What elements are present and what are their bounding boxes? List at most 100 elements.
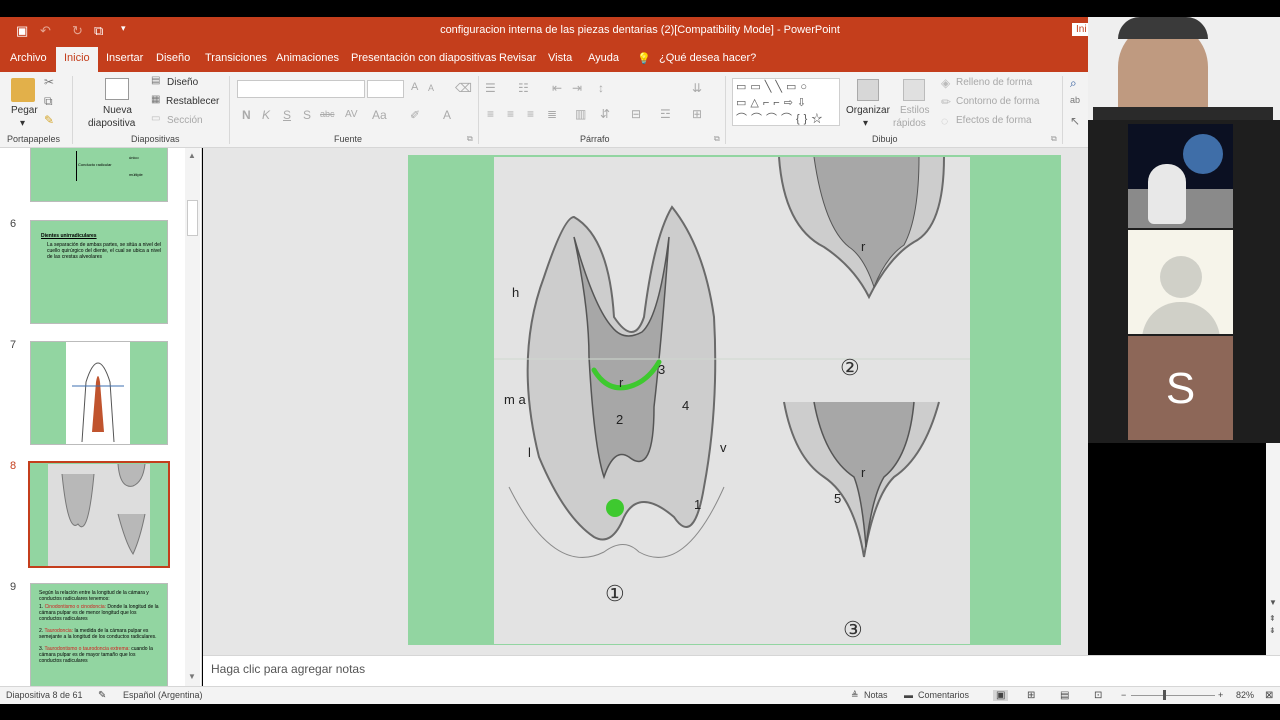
- reset-button[interactable]: Restablecer: [166, 96, 219, 107]
- tab-transiciones[interactable]: Transiciones: [205, 52, 267, 64]
- arrange-icon[interactable]: [857, 79, 879, 101]
- align-right-icon[interactable]: ≡: [527, 107, 534, 121]
- font-launcher-icon[interactable]: ⧉: [467, 134, 473, 144]
- layout-button[interactable]: Diseño: [167, 77, 198, 88]
- reset-icon[interactable]: ▦: [151, 94, 160, 105]
- increase-indent-icon[interactable]: ⇥: [572, 81, 582, 95]
- slide-thumbnail-6[interactable]: Dientes unirradiculares La separación de…: [30, 220, 168, 324]
- outline-icon[interactable]: ✏: [941, 95, 951, 109]
- shapes-gallery[interactable]: ▭▭╲╲▭○ ▭△⌐⌐⇨⇩ ⌒⌒⌒⌒{}☆: [732, 78, 840, 126]
- tab-ayuda[interactable]: Ayuda: [588, 52, 619, 64]
- language-indicator[interactable]: Español (Argentina): [123, 690, 203, 700]
- spellcheck-icon[interactable]: ✎: [98, 690, 106, 701]
- quick-styles-button[interactable]: Estilos: [900, 105, 929, 116]
- paragraph-launcher-icon[interactable]: ⧉: [714, 134, 720, 144]
- align-text-icon[interactable]: ⊟: [631, 107, 641, 121]
- cut-icon[interactable]: ✂: [44, 75, 54, 89]
- highlight-icon[interactable]: ✐: [410, 108, 420, 122]
- bold-icon[interactable]: N: [242, 108, 251, 122]
- text-direction2-icon[interactable]: ⇊: [692, 81, 702, 95]
- format-painter-icon[interactable]: ✎: [44, 113, 54, 127]
- scroll-down-icon[interactable]: ▼: [188, 672, 196, 681]
- bullets-icon[interactable]: ☰: [485, 81, 496, 95]
- arrange-dropdown-icon[interactable]: ▾: [863, 118, 868, 129]
- slideshow-icon[interactable]: ⊡: [1094, 690, 1102, 701]
- new-slide-button-line2[interactable]: diapositiva: [88, 118, 135, 129]
- quick-styles-button-line2[interactable]: rápidos: [893, 118, 926, 129]
- layout-icon[interactable]: ▤: [151, 75, 160, 86]
- strikethrough-icon[interactable]: abc: [320, 109, 335, 119]
- notes-pane[interactable]: Haga clic para agregar notas: [203, 655, 1280, 686]
- increase-font-icon[interactable]: A: [411, 81, 418, 93]
- decrease-font-icon[interactable]: A: [428, 83, 434, 93]
- tell-me-search[interactable]: ¿Qué desea hacer?: [659, 52, 756, 64]
- shape-fill-button[interactable]: Relleno de forma: [956, 77, 1032, 88]
- zoom-slider-thumb[interactable]: [1163, 690, 1166, 700]
- tab-presentacion[interactable]: Presentación con diapositivas: [351, 52, 497, 64]
- convert-smartart-icon[interactable]: ⊞: [692, 107, 702, 121]
- select-icon[interactable]: ↖: [1070, 114, 1080, 128]
- line-spacing-icon[interactable]: ↕: [598, 81, 604, 95]
- shape-effects-button[interactable]: Efectos de forma: [956, 115, 1032, 126]
- scroll-thumb[interactable]: [187, 200, 198, 236]
- tab-vista[interactable]: Vista: [548, 52, 572, 64]
- copy-icon[interactable]: ⧉: [44, 94, 53, 109]
- tab-archivo[interactable]: Archivo: [10, 52, 47, 64]
- slide-sorter-icon[interactable]: ⊞: [1027, 690, 1035, 701]
- new-slide-icon[interactable]: [105, 78, 129, 100]
- shadow-text-icon[interactable]: S: [303, 108, 311, 122]
- zoom-slider[interactable]: [1131, 695, 1215, 696]
- paste-icon[interactable]: [11, 78, 35, 102]
- notes-button[interactable]: Notas: [864, 690, 888, 700]
- spacing-icon[interactable]: AV: [345, 109, 358, 120]
- tab-insertar[interactable]: Insertar: [106, 52, 143, 64]
- new-slide-button[interactable]: Nueva: [103, 105, 132, 116]
- find-icon[interactable]: ⌕: [1070, 76, 1077, 91]
- text-direction-icon[interactable]: ⇵: [600, 107, 610, 121]
- tab-diseno[interactable]: Diseño: [156, 52, 190, 64]
- font-name-input[interactable]: [237, 80, 365, 98]
- font-color-icon[interactable]: A: [443, 108, 451, 122]
- slide-thumbnail-9[interactable]: Según la relación entre la longitud de l…: [30, 583, 168, 686]
- align-left-icon[interactable]: ≡: [487, 107, 494, 121]
- scroll-up-icon[interactable]: ▲: [188, 151, 196, 160]
- numbering-icon[interactable]: ☷: [518, 81, 529, 95]
- tab-animaciones[interactable]: Animaciones: [276, 52, 339, 64]
- font-size-input[interactable]: [367, 80, 404, 98]
- decrease-indent-icon[interactable]: ⇤: [552, 81, 562, 95]
- scroll-down-icon[interactable]: ▼: [1269, 598, 1277, 607]
- thumbnails-scrollbar[interactable]: ▲ ▼: [185, 148, 200, 686]
- zoom-out-icon[interactable]: −: [1121, 690, 1126, 700]
- tab-revisar[interactable]: Revisar: [499, 52, 536, 64]
- fill-icon[interactable]: ◈: [941, 76, 950, 90]
- change-case-icon[interactable]: Aa: [372, 108, 387, 122]
- section-button[interactable]: Sección: [167, 115, 203, 126]
- underline-icon[interactable]: S: [283, 108, 291, 122]
- clear-format-icon[interactable]: ⌫: [455, 81, 472, 95]
- quick-styles-icon[interactable]: [903, 79, 925, 101]
- effects-icon[interactable]: ◌: [941, 114, 948, 128]
- shape-outline-button[interactable]: Contorno de forma: [956, 96, 1039, 107]
- columns-icon[interactable]: ▥: [575, 107, 586, 121]
- justify-icon[interactable]: ≣: [547, 107, 557, 121]
- section-icon[interactable]: ▭: [151, 113, 160, 124]
- comments-button[interactable]: Comentarios: [918, 690, 969, 700]
- italic-icon[interactable]: K: [262, 108, 270, 122]
- smartart-icon[interactable]: ☲: [660, 107, 671, 121]
- zoom-level[interactable]: 82%: [1236, 690, 1254, 700]
- slide-thumbnail-8-selected[interactable]: [28, 461, 170, 568]
- reading-view-icon[interactable]: ▤: [1060, 690, 1069, 701]
- align-center-icon[interactable]: ≡: [507, 107, 514, 121]
- fit-to-window-icon[interactable]: ⊠: [1265, 690, 1273, 701]
- paste-button[interactable]: Pegar: [11, 105, 38, 116]
- tab-inicio[interactable]: Inicio: [56, 47, 98, 72]
- drawing-launcher-icon[interactable]: ⧉: [1051, 134, 1057, 144]
- arrange-button[interactable]: Organizar: [846, 105, 890, 116]
- slide-thumbnail-5[interactable]: Conducto radicular único múltiple: [30, 148, 168, 202]
- zoom-in-icon[interactable]: +: [1218, 690, 1223, 700]
- paste-dropdown-icon[interactable]: ▾: [20, 118, 25, 129]
- next-slide-icon[interactable]: ⇟: [1269, 626, 1276, 635]
- previous-slide-icon[interactable]: ⇞: [1269, 614, 1276, 623]
- slide-thumbnail-7[interactable]: [30, 341, 168, 445]
- normal-view-icon[interactable]: ▣: [993, 690, 1009, 701]
